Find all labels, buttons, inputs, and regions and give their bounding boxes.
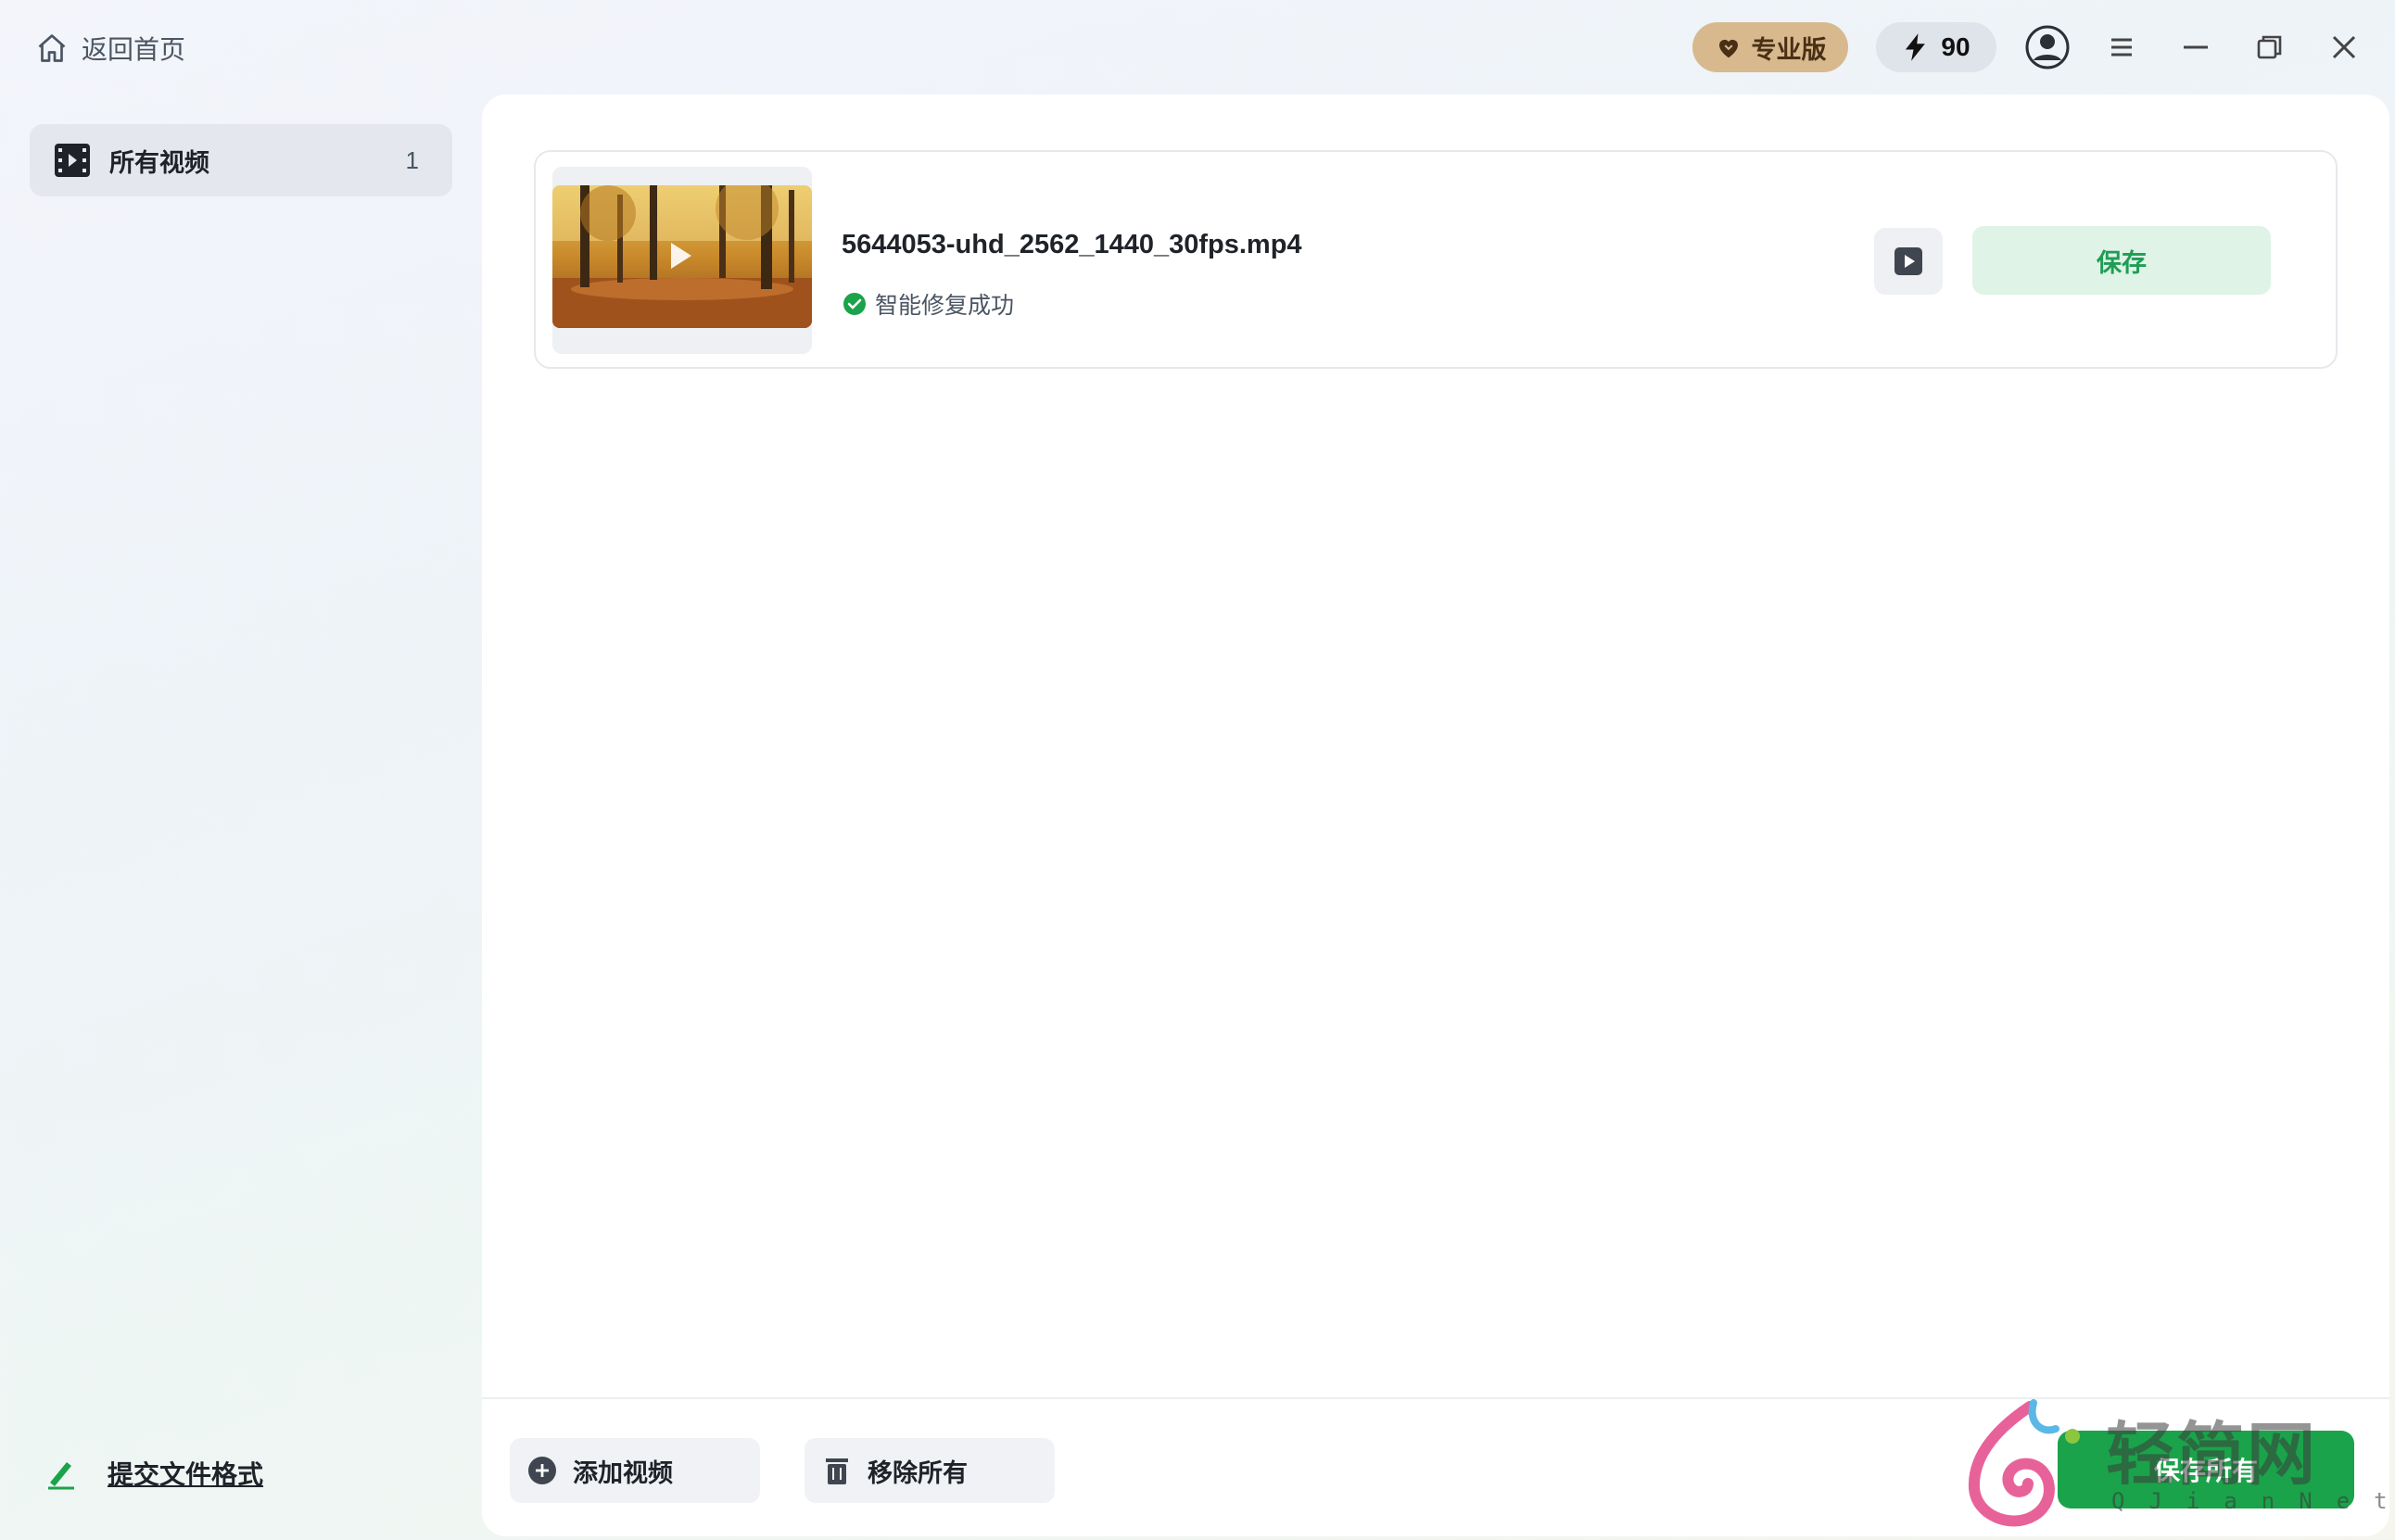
home-icon xyxy=(35,32,69,65)
add-video-label: 添加视频 xyxy=(573,1458,673,1488)
credits-value: 90 xyxy=(1941,32,1970,61)
play-icon xyxy=(1892,245,1925,278)
film-icon xyxy=(54,142,91,179)
pen-icon xyxy=(43,1455,80,1492)
main-panel: 5644053-uhd_2562_1440_30fps.mp4 智能修复成功 保… xyxy=(482,95,2389,1536)
video-thumbnail[interactable] xyxy=(552,185,812,328)
plus-circle-icon xyxy=(526,1455,558,1486)
trash-icon xyxy=(821,1455,853,1486)
save-all-label: 保存所有 xyxy=(2153,1456,2258,1486)
remove-all-button[interactable]: 移除所有 xyxy=(805,1438,1055,1503)
sidebar-item-label: 所有视频 xyxy=(109,148,209,178)
pro-label: 专业版 xyxy=(1751,35,1827,65)
remove-all-label: 移除所有 xyxy=(868,1458,968,1488)
user-icon[interactable] xyxy=(2024,24,2071,70)
back-home-button[interactable]: 返回首页 xyxy=(35,28,185,69)
repair-status: 智能修复成功 xyxy=(842,287,1014,321)
thumbnail-frame xyxy=(552,167,812,354)
lightning-icon xyxy=(1902,32,1930,62)
pro-version-badge[interactable]: 专业版 xyxy=(1692,22,1848,72)
sidebar-item-count: 1 xyxy=(405,145,419,174)
sidebar-item-all-videos[interactable]: 所有视频 1 xyxy=(30,124,452,196)
restore-icon[interactable] xyxy=(2247,24,2293,70)
save-button[interactable]: 保存 xyxy=(1972,226,2271,295)
credits-counter[interactable]: 90 xyxy=(1876,22,1996,72)
sidebar: 所有视频 1 提交文件格式 xyxy=(0,93,482,1540)
minimize-icon[interactable] xyxy=(2173,24,2219,70)
save-all-button[interactable]: 保存所有 xyxy=(2058,1431,2354,1508)
check-circle-icon xyxy=(842,291,868,317)
title-bar: 返回首页 专业版 90 xyxy=(0,0,2395,93)
close-icon[interactable] xyxy=(2321,24,2367,70)
video-filename: 5644053-uhd_2562_1440_30fps.mp4 xyxy=(842,230,1302,259)
repair-status-label: 智能修复成功 xyxy=(875,292,1015,319)
add-video-button[interactable]: 添加视频 xyxy=(510,1438,760,1503)
save-button-label: 保存 xyxy=(2097,248,2147,278)
bottom-toolbar: 添加视频 移除所有 保存所有 xyxy=(482,1397,2389,1536)
submit-file-format-link[interactable]: 提交文件格式 xyxy=(43,1455,263,1492)
hamburger-icon[interactable] xyxy=(2098,24,2145,70)
preview-play-button[interactable] xyxy=(1874,228,1943,295)
back-home-label: 返回首页 xyxy=(82,34,186,65)
heart-icon xyxy=(1715,33,1742,61)
submit-file-format-label: 提交文件格式 xyxy=(108,1459,264,1490)
video-card: 5644053-uhd_2562_1440_30fps.mp4 智能修复成功 保… xyxy=(534,150,2338,369)
